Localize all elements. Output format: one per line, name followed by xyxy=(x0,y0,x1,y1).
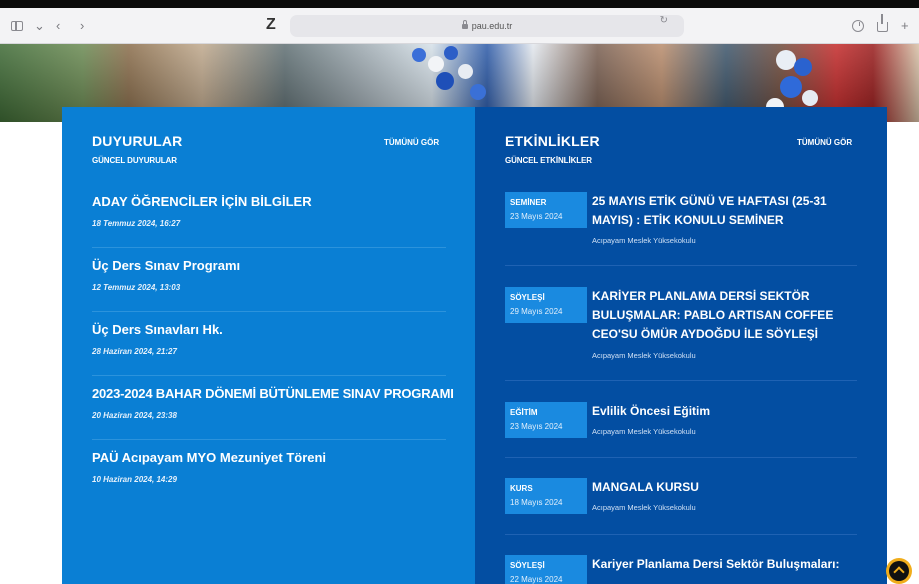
scroll-to-top-button[interactable] xyxy=(886,558,912,584)
announcement-title[interactable]: Üç Ders Sınavları Hk. xyxy=(92,322,446,337)
event-date-badge: SÖYLEŞİ 22 Mayıs 2024 xyxy=(505,555,587,584)
announcement-date: 20 Haziran 2024, 23:38 xyxy=(92,411,177,420)
event-organizer: Acıpayam Meslek Yüksekokulu xyxy=(592,351,696,360)
reload-icon[interactable]: ↻ xyxy=(660,15,668,26)
divider xyxy=(92,375,446,376)
event-organizer: Acıpayam Meslek Yüksekokulu xyxy=(592,236,696,245)
announcement-title[interactable]: 2023-2024 BAHAR DÖNEMİ BÜTÜNLEME SINAV P… xyxy=(92,386,454,401)
event-date: 18 Mayıs 2024 xyxy=(510,498,563,507)
announcement-item[interactable]: ADAY ÖĞRENCİLER İÇİN BİLGİLER 18 Temmuz … xyxy=(92,194,446,228)
announcement-date: 28 Haziran 2024, 21:27 xyxy=(92,347,177,356)
device-status-bar xyxy=(0,0,919,8)
lock-icon xyxy=(461,20,468,29)
announcements-title: DUYURULAR xyxy=(92,133,183,149)
events-see-all-link[interactable]: TÜMÜNÜ GÖR xyxy=(797,138,852,147)
announcements-see-all-link[interactable]: TÜMÜNÜ GÖR xyxy=(384,138,439,147)
announcements-panel: DUYURULAR GÜNCEL DUYURULAR TÜMÜNÜ GÖR AD… xyxy=(62,107,475,584)
announcement-title[interactable]: Üç Ders Sınav Programı xyxy=(92,258,446,273)
address-bar[interactable]: pau.edu.tr ↻ xyxy=(290,15,684,37)
url-text: pau.edu.tr xyxy=(471,21,513,31)
event-organizer: Acıpayam Meslek Yüksekokulu xyxy=(592,503,696,512)
announcement-item[interactable]: 2023-2024 BAHAR DÖNEMİ BÜTÜNLEME SINAV P… xyxy=(92,386,454,420)
announcement-item[interactable]: PAÜ Acıpayam MYO Mezuniyet Töreni 10 Haz… xyxy=(92,450,446,484)
event-date: 23 Mayıs 2024 xyxy=(510,212,563,221)
event-date: 22 Mayıs 2024 xyxy=(510,575,563,584)
browser-logo[interactable]: Z xyxy=(266,16,280,34)
event-date-badge: SEMİNER 23 Mayıs 2024 xyxy=(505,192,587,228)
event-category: SÖYLEŞİ xyxy=(510,293,545,302)
announcement-item[interactable]: Üç Ders Sınavları Hk. 28 Haziran 2024, 2… xyxy=(92,322,446,356)
plus-icon[interactable]: + xyxy=(901,8,909,44)
event-title[interactable]: Kariyer Planlama Dersi Sektör Buluşmalar… xyxy=(592,555,857,574)
divider xyxy=(92,439,446,440)
announcement-title[interactable]: PAÜ Acıpayam MYO Mezuniyet Töreni xyxy=(92,450,446,465)
divider xyxy=(92,247,446,248)
event-date-badge: SÖYLEŞİ 29 Mayıs 2024 xyxy=(505,287,587,323)
divider xyxy=(505,380,857,381)
event-category: SÖYLEŞİ xyxy=(510,561,545,570)
event-category: KURS xyxy=(510,484,533,493)
announcements-subtitle: GÜNCEL DUYURULAR xyxy=(92,156,177,165)
browser-toolbar: ⌄ ‹ › Z pau.edu.tr ↻ + xyxy=(0,8,919,44)
event-category: SEMİNER xyxy=(510,198,547,207)
divider xyxy=(92,311,446,312)
forward-icon[interactable]: › xyxy=(80,8,84,44)
announcement-date: 10 Haziran 2024, 14:29 xyxy=(92,475,177,484)
divider xyxy=(505,457,857,458)
divider xyxy=(505,534,857,535)
events-panel: ETKİNLİKLER GÜNCEL ETKİNLİKLER TÜMÜNÜ GÖ… xyxy=(475,107,887,584)
event-organizer: Acıpayam Meslek Yüksekokulu xyxy=(592,427,696,436)
announcement-date: 18 Temmuz 2024, 16:27 xyxy=(92,219,181,228)
back-icon[interactable]: ‹ xyxy=(56,8,60,44)
event-date: 29 Mayıs 2024 xyxy=(510,307,563,316)
divider xyxy=(505,265,857,266)
event-date: 23 Mayıs 2024 xyxy=(510,422,563,431)
announcement-item[interactable]: Üç Ders Sınav Programı 12 Temmuz 2024, 1… xyxy=(92,258,446,292)
events-title: ETKİNLİKLER xyxy=(505,133,600,149)
events-subtitle: GÜNCEL ETKİNLİKLER xyxy=(505,156,592,165)
event-category: EĞİTİM xyxy=(510,408,538,417)
event-title[interactable]: KARİYER PLANLAMA DERSİ SEKTÖR BULUŞMALAR… xyxy=(592,287,857,344)
event-title[interactable]: 25 MAYIS ETİK GÜNÜ VE HAFTASI (25-31 MAY… xyxy=(592,192,857,230)
event-title[interactable]: Evlilik Öncesi Eğitim xyxy=(592,402,857,421)
chevron-up-icon xyxy=(893,566,905,578)
event-date-badge: KURS 18 Mayıs 2024 xyxy=(505,478,587,514)
chevron-down-icon[interactable]: ⌄ xyxy=(34,8,45,44)
event-date-badge: EĞİTİM 23 Mayıs 2024 xyxy=(505,402,587,438)
sidebar-icon[interactable] xyxy=(8,8,30,44)
announcement-date: 12 Temmuz 2024, 13:03 xyxy=(92,283,181,292)
event-title[interactable]: MANGALA KURSU xyxy=(592,478,857,497)
announcement-title[interactable]: ADAY ÖĞRENCİLER İÇİN BİLGİLER xyxy=(92,194,446,209)
